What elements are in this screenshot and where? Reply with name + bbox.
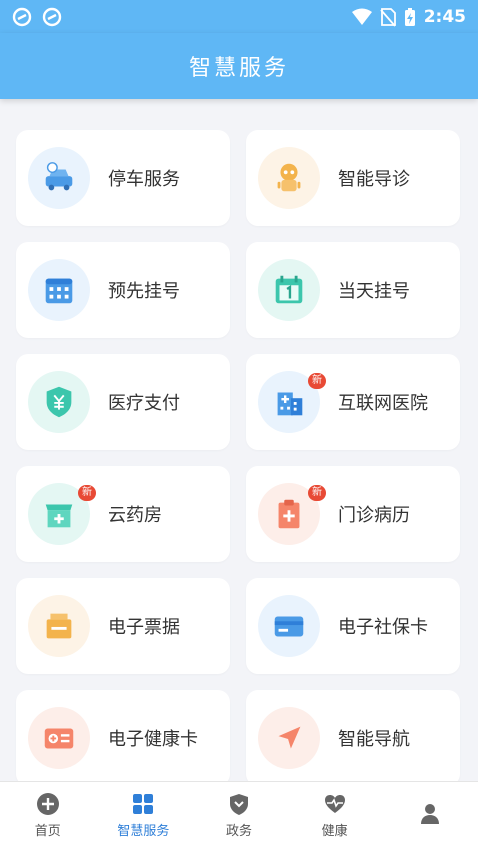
service-card-parking[interactable]: 停车服务 [16,130,230,226]
service-label: 门诊病历 [338,505,410,526]
hospital-building-icon [277,392,303,416]
service-card-social-security-card[interactable]: 电子社保卡 [246,578,460,674]
app-notification-icon [12,7,32,26]
service-card-advance-registration[interactable]: 预先挂号 [16,242,230,338]
service-card-cloud-pharmacy[interactable]: 新 云药房 [16,466,230,562]
tab-label: 健康 [321,824,348,839]
service-label: 当天挂号 [338,281,410,302]
tab-government[interactable]: 政务 [191,782,287,849]
yuan-shield-icon [46,386,72,418]
service-card-same-day-registration[interactable]: 当天挂号 [246,242,460,338]
new-badge: 新 [308,373,326,389]
service-label: 预先挂号 [108,281,180,302]
service-card-internet-hospital[interactable]: 新 互联网医院 [246,354,460,450]
tab-profile[interactable] [382,782,478,849]
service-label: 互联网医院 [338,393,428,414]
service-label: 电子票据 [108,617,180,638]
receipt-icon [46,613,72,639]
tab-label: 智慧服务 [117,824,170,839]
service-card-outpatient-records[interactable]: 新 门诊病历 [246,466,460,562]
new-badge: 新 [78,485,96,501]
clock: 2:45 [423,6,466,27]
person-icon [421,803,440,824]
service-card-smart-navigation[interactable]: 智能导航 [246,690,460,786]
tab-smart-services[interactable]: 智慧服务 [96,782,192,849]
service-card-smart-triage[interactable]: 智能导诊 [246,130,460,226]
service-label: 停车服务 [108,169,180,190]
service-label: 医疗支付 [108,393,180,414]
tab-home[interactable]: 首页 [0,782,96,849]
social-security-card-icon [274,616,304,637]
battery-charging-icon [404,7,415,26]
service-card-medical-payment[interactable]: 医疗支付 [16,354,230,450]
service-label: 智能导诊 [338,169,410,190]
plus-circle-icon [36,793,59,815]
emblem-icon [229,794,248,815]
calendar-today-icon [275,275,303,304]
robot-icon [277,163,301,192]
car-icon [45,162,73,191]
service-card-health-card[interactable]: 电子健康卡 [16,690,230,786]
page-title: 智慧服务 [188,56,289,81]
service-label: 云药房 [108,505,162,526]
tab-label: 政务 [225,824,252,839]
heartbeat-icon [324,795,345,813]
pharmacy-icon [45,504,73,528]
service-card-e-receipt[interactable]: 电子票据 [16,578,230,674]
calendar-icon [45,278,73,304]
tab-label: 首页 [34,824,61,839]
no-sim-icon [380,7,396,27]
grid-icon [133,794,154,814]
wifi-icon [351,8,372,25]
service-label: 电子健康卡 [108,729,198,750]
medical-record-icon [278,499,300,529]
service-label: 电子社保卡 [338,617,428,638]
status-bar: 2:45 [0,0,478,33]
app-header: 智慧服务 [0,33,478,99]
navigation-arrow-icon [278,726,301,749]
bottom-nav: 首页 智慧服务 政务 健康 [0,781,478,849]
health-card-icon [44,728,74,749]
new-badge: 新 [308,485,326,501]
service-label: 智能导航 [338,729,410,750]
tab-health[interactable]: 健康 [287,782,383,849]
app-notification-icon-2 [42,7,62,26]
